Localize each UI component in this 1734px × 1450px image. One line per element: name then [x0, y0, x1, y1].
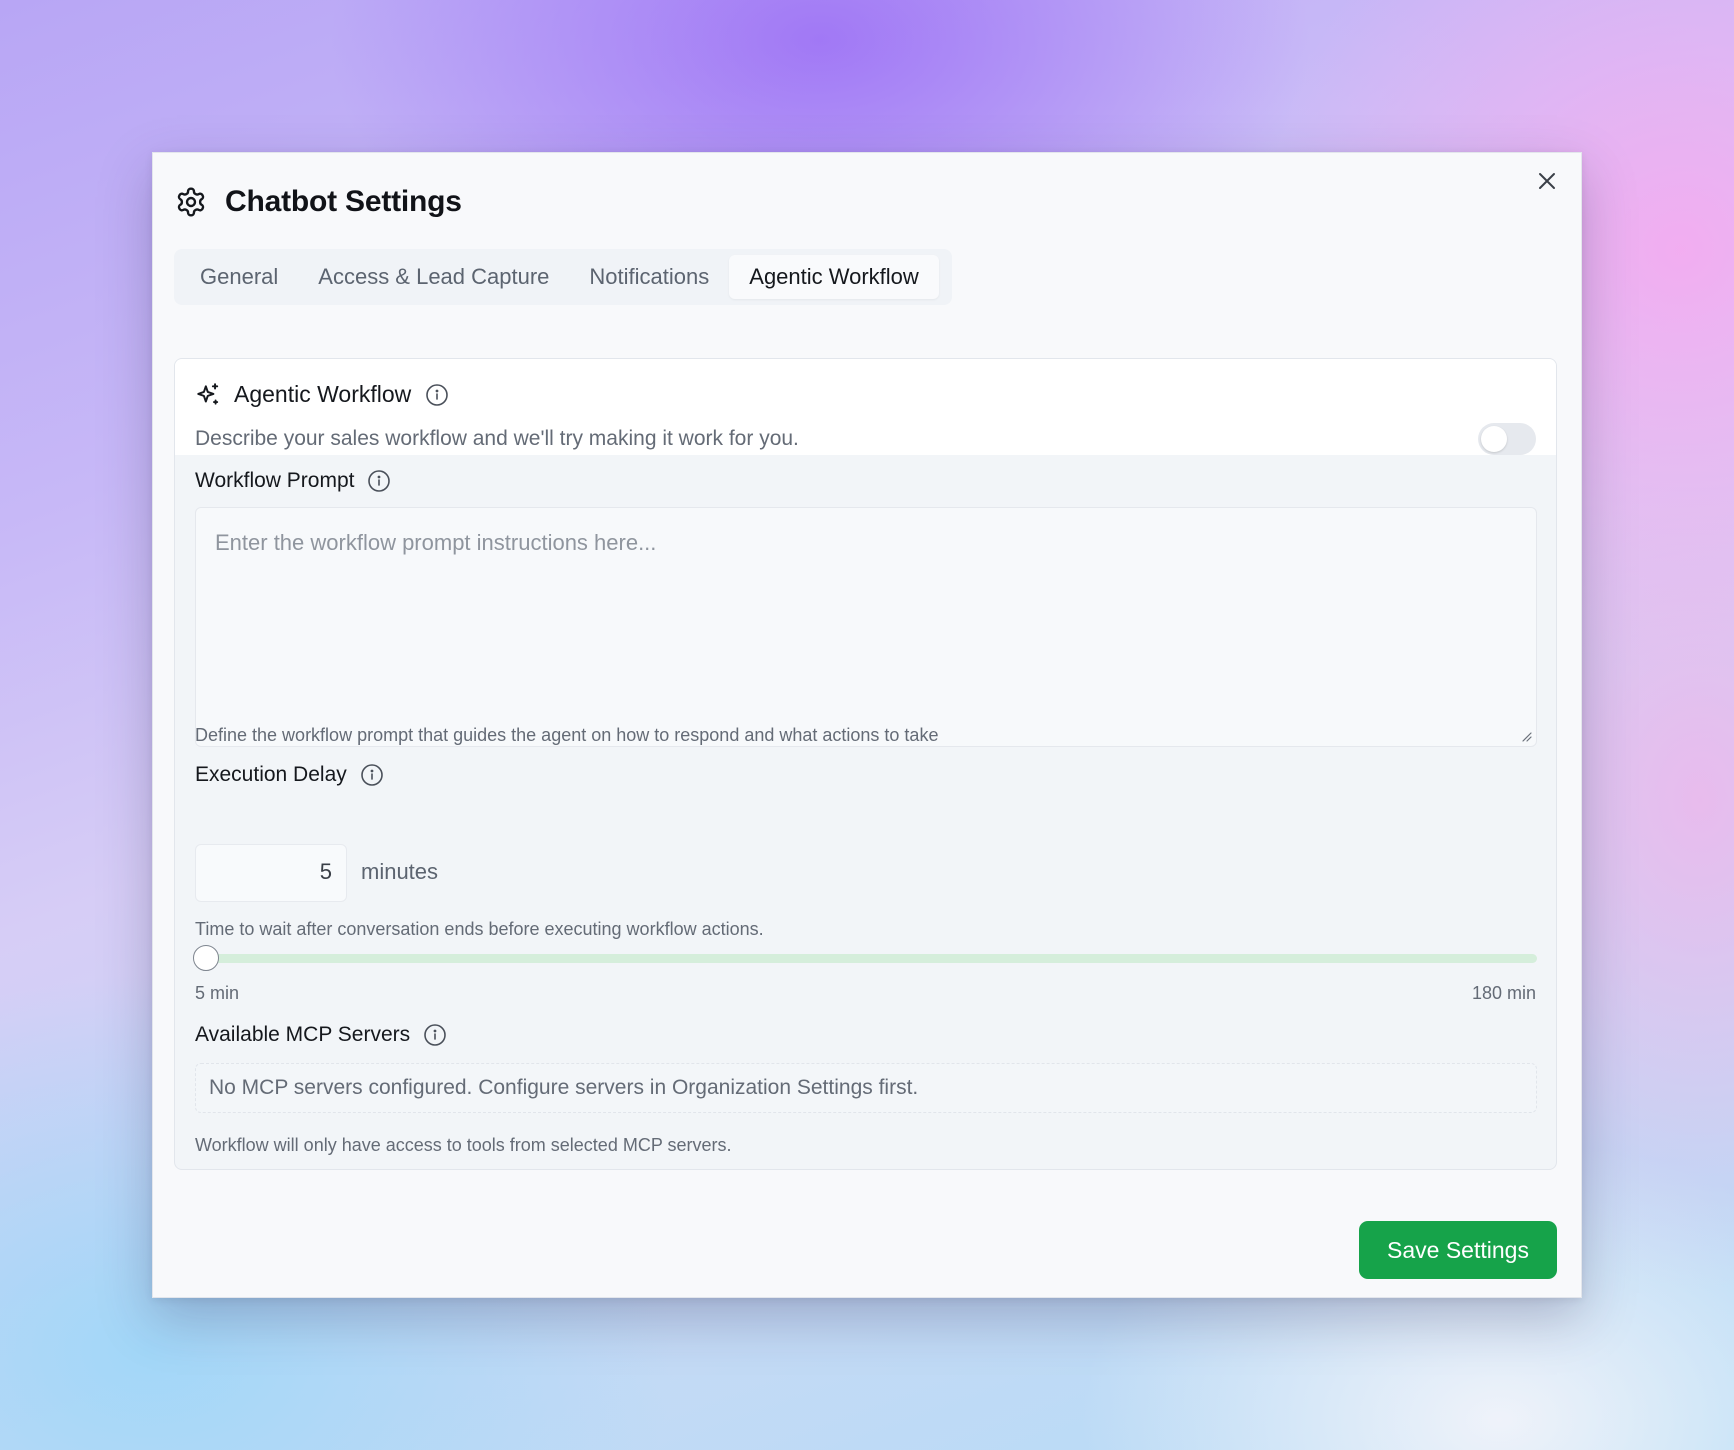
dialog-title: Chatbot Settings: [225, 185, 462, 218]
tab-access-lead-capture[interactable]: Access & Lead Capture: [298, 255, 569, 299]
workflow-prompt-label-row: Workflow Prompt: [195, 469, 391, 493]
close-button[interactable]: [1533, 167, 1561, 195]
slider-thumb[interactable]: [193, 945, 219, 971]
workflow-prompt-textarea[interactable]: Enter the workflow prompt instructions h…: [195, 507, 1537, 747]
mcp-servers-help: Workflow will only have access to tools …: [195, 1135, 732, 1155]
execution-delay-help: Time to wait after conversation ends bef…: [195, 919, 764, 939]
execution-delay-unit: minutes: [361, 859, 439, 884]
tab-agentic-workflow[interactable]: Agentic Workflow: [729, 255, 939, 299]
execution-delay-label-row: Execution Delay: [195, 763, 384, 787]
slider-min-label: 5 min: [195, 983, 240, 1003]
mcp-servers-label-row: Available MCP Servers: [195, 1023, 447, 1047]
workflow-prompt-placeholder: Enter the workflow prompt instructions h…: [215, 530, 657, 555]
gear-icon: [177, 187, 205, 217]
chatbot-settings-dialog: Chatbot Settings General Access & Lead C…: [152, 152, 1582, 1298]
info-icon[interactable]: [425, 383, 449, 407]
agentic-workflow-toggle[interactable]: [1478, 423, 1536, 455]
agentic-workflow-card: Agentic Workflow Describe your sales wor…: [174, 358, 1557, 1170]
card-description: Describe your sales workflow and we'll t…: [195, 427, 799, 450]
mcp-servers-empty-state: No MCP servers configured. Configure ser…: [195, 1063, 1537, 1113]
info-icon[interactable]: [360, 763, 384, 787]
card-title-row: Agentic Workflow: [195, 381, 449, 408]
workflow-prompt-help: Define the workflow prompt that guides t…: [195, 725, 939, 745]
slider-track: [195, 954, 1537, 963]
slider-max-label: 180 min: [1471, 983, 1536, 1003]
info-icon[interactable]: [367, 469, 391, 493]
execution-delay-label: Execution Delay: [195, 763, 347, 786]
card-title: Agentic Workflow: [234, 381, 412, 407]
execution-delay-input[interactable]: 5: [195, 844, 347, 902]
resize-grip-icon[interactable]: [1520, 730, 1532, 742]
mcp-servers-label: Available MCP Servers: [195, 1023, 411, 1046]
save-settings-button[interactable]: Save Settings: [1359, 1221, 1557, 1279]
tab-general[interactable]: General: [180, 255, 298, 299]
toggle-knob: [1481, 426, 1507, 452]
workflow-prompt-label: Workflow Prompt: [195, 469, 355, 492]
close-icon: [1539, 173, 1555, 189]
dialog-header: Chatbot Settings: [175, 185, 462, 219]
info-icon[interactable]: [423, 1023, 447, 1047]
execution-delay-slider[interactable]: [193, 945, 1537, 971]
sparkle-icon: [197, 382, 219, 405]
settings-tabs: General Access & Lead Capture Notificati…: [174, 249, 952, 305]
tab-notifications[interactable]: Notifications: [569, 255, 729, 299]
